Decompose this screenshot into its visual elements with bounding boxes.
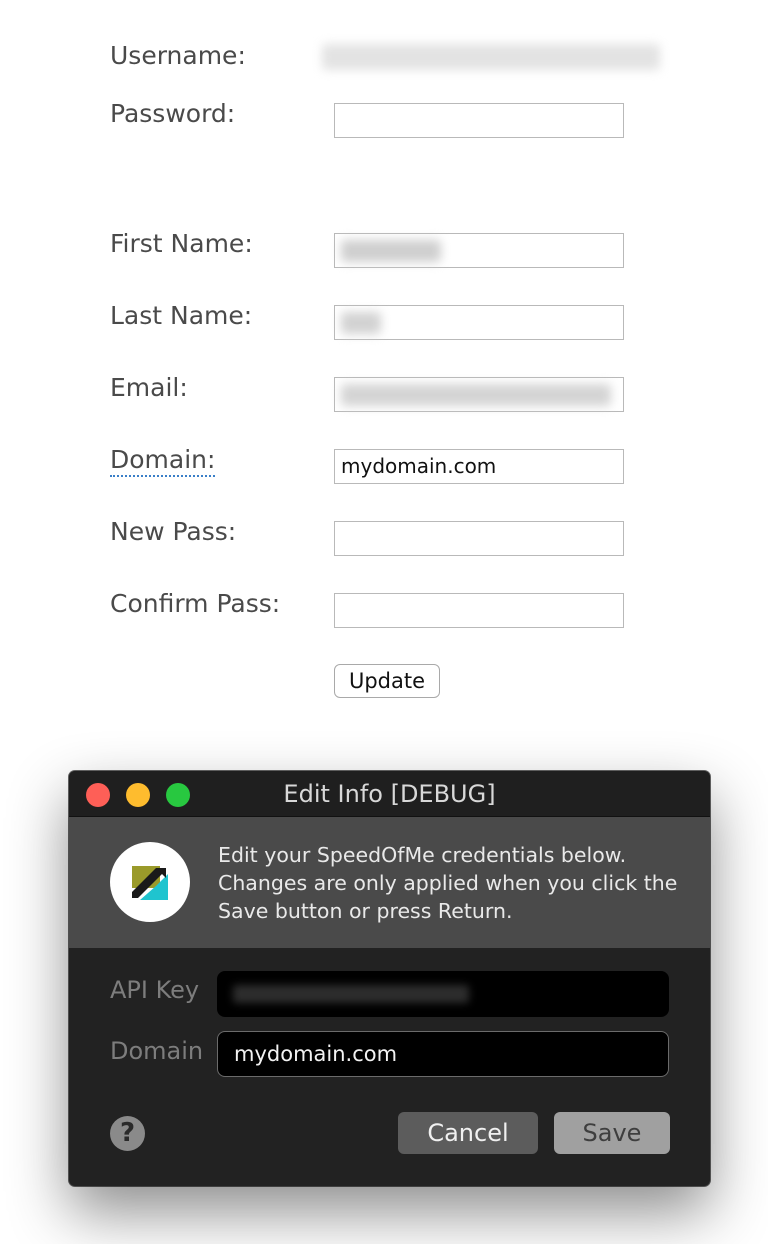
username-value-redacted	[322, 44, 660, 70]
new-pass-label: New Pass:	[110, 517, 237, 546]
username-label: Username:	[110, 41, 246, 70]
domain-input[interactable]: mydomain.com	[334, 449, 624, 484]
api-key-input[interactable]	[217, 971, 669, 1017]
api-key-value-redacted	[233, 985, 469, 1003]
password-input[interactable]	[334, 103, 624, 138]
speedofme-logo-graphic	[132, 866, 168, 900]
last-name-value-redacted	[341, 312, 381, 334]
dialog-title: Edit Info [DEBUG]	[283, 780, 496, 808]
edit-info-dialog: Edit Info [DEBUG] Edit your SpeedOfMe cr…	[69, 771, 710, 1186]
domain-label: Domain:	[110, 445, 216, 477]
dialog-header: Edit your SpeedOfMe credentials below. C…	[69, 817, 710, 948]
speedofme-logo-icon	[110, 842, 190, 922]
dialog-domain-label: Domain	[110, 1037, 204, 1065]
first-name-label: First Name:	[110, 229, 253, 258]
email-value-redacted	[341, 384, 611, 406]
save-button[interactable]: Save	[554, 1112, 670, 1154]
update-button[interactable]: Update	[334, 664, 440, 698]
email-input[interactable]	[334, 377, 624, 412]
email-label: Email:	[110, 373, 188, 402]
password-label: Password:	[110, 99, 236, 128]
dialog-description: Edit your SpeedOfMe credentials below. C…	[218, 843, 678, 923]
help-icon[interactable]: ?	[110, 1116, 145, 1151]
domain-label-text: Domain:	[110, 445, 216, 477]
dialog-domain-input[interactable]: mydomain.com	[217, 1031, 669, 1077]
last-name-input[interactable]	[334, 305, 624, 340]
cancel-button[interactable]: Cancel	[398, 1112, 538, 1154]
confirm-pass-input[interactable]	[334, 593, 624, 628]
first-name-value-redacted	[341, 240, 441, 262]
first-name-input[interactable]	[334, 233, 624, 268]
new-pass-input[interactable]	[334, 521, 624, 556]
last-name-label: Last Name:	[110, 301, 253, 330]
api-key-label: API Key	[110, 976, 200, 1004]
dialog-titlebar: Edit Info [DEBUG]	[69, 771, 710, 817]
confirm-pass-label: Confirm Pass:	[110, 589, 281, 618]
